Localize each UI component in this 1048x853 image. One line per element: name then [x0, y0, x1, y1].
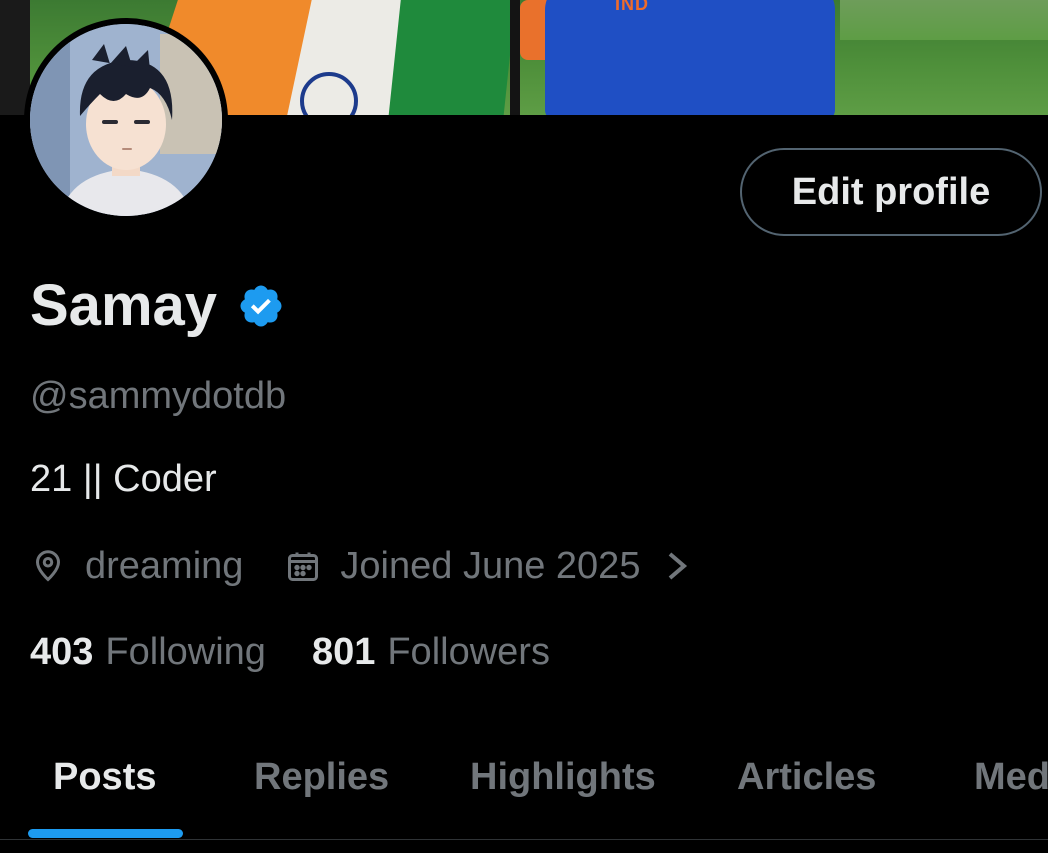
flag-green-stripe [387, 0, 518, 115]
location-text: dreaming [85, 545, 244, 587]
avatar[interactable] [24, 18, 228, 222]
profile-tabs: Posts Replies Highlights Articles Med [0, 735, 1048, 839]
jersey-text: IND [615, 0, 649, 14]
joined-date: Joined June 2025 [340, 545, 641, 587]
following-label: Following [105, 631, 266, 673]
avatar-image [30, 24, 222, 216]
tab-posts[interactable]: Posts [53, 753, 156, 801]
active-tab-indicator [28, 829, 183, 838]
following-count: 403 [30, 631, 94, 673]
verified-badge-icon[interactable] [237, 282, 285, 330]
tab-articles[interactable]: Articles [737, 753, 876, 801]
follow-stats: 403 Following 801 Followers [30, 628, 550, 676]
tabs-divider [0, 839, 1048, 840]
bio: 21 || Coder [30, 458, 217, 500]
edit-profile-button[interactable]: Edit profile [740, 148, 1042, 236]
tab-highlights[interactable]: Highlights [470, 753, 656, 801]
following-link[interactable]: 403 Following [30, 628, 266, 676]
tab-replies[interactable]: Replies [254, 753, 389, 801]
avatar-illustration [30, 24, 222, 216]
profile-meta: dreaming Joined June 2025 [30, 542, 690, 590]
banner-crowd [840, 0, 1048, 40]
followers-count: 801 [311, 631, 376, 673]
user-handle: @sammydotdb [30, 375, 287, 417]
name-row: Samay [30, 270, 285, 342]
tab-media[interactable]: Med [974, 753, 1048, 801]
chevron-right-icon[interactable] [664, 548, 690, 584]
location-pin-icon [30, 548, 66, 584]
display-name: Samay [30, 273, 218, 338]
player-jersey [545, 0, 835, 115]
followers-label: Followers [387, 631, 550, 673]
flag-pole [510, 0, 520, 115]
followers-link[interactable]: 801 Followers [312, 628, 550, 676]
calendar-icon [285, 548, 321, 584]
